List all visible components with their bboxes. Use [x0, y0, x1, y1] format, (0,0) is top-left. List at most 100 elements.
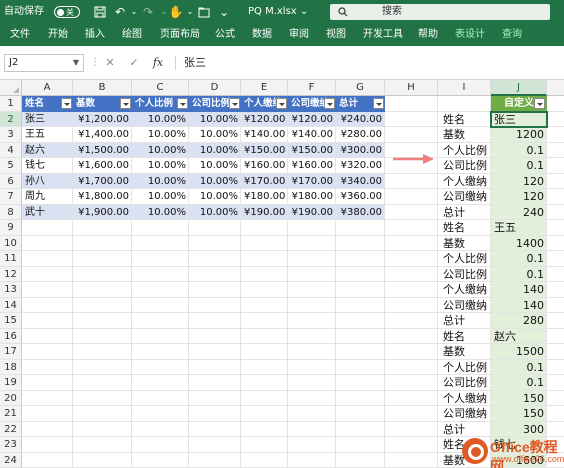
- value-cell[interactable]: 0.1: [491, 267, 547, 283]
- table-cell[interactable]: 10.00%: [132, 143, 189, 159]
- table-cell[interactable]: ¥160.00: [241, 158, 288, 174]
- row-header-18[interactable]: 18: [0, 359, 22, 375]
- file-name-caret[interactable]: ⌄: [300, 6, 308, 17]
- value-cell[interactable]: 120: [491, 189, 547, 205]
- column-header-d[interactable]: D: [189, 80, 241, 96]
- table-cell[interactable]: ¥340.00: [336, 174, 385, 190]
- value-cell[interactable]: 0.1: [491, 158, 547, 174]
- table-cell[interactable]: 武十: [22, 205, 73, 221]
- value-cell[interactable]: 140: [491, 282, 547, 298]
- value-cell[interactable]: 140: [491, 298, 547, 314]
- table-cell[interactable]: 10.00%: [132, 205, 189, 221]
- filter-dropdown-icon[interactable]: [229, 98, 240, 109]
- row-header-7[interactable]: 7: [0, 189, 22, 205]
- table-cell[interactable]: ¥180.00: [288, 189, 336, 205]
- filter-dropdown-icon[interactable]: [324, 98, 335, 109]
- row-header-6[interactable]: 6: [0, 173, 22, 189]
- row-header-13[interactable]: 13: [0, 282, 22, 298]
- value-cell[interactable]: 150: [491, 406, 547, 422]
- table-cell[interactable]: 10.00%: [132, 127, 189, 143]
- formula-input[interactable]: 张三: [184, 54, 206, 72]
- tab-data[interactable]: 数据: [252, 24, 272, 46]
- column-header-j[interactable]: J: [491, 80, 547, 96]
- row-header-16[interactable]: 16: [0, 328, 22, 344]
- column-header-a[interactable]: A: [22, 80, 73, 96]
- row-header-12[interactable]: 12: [0, 266, 22, 282]
- filter-dropdown-icon[interactable]: [534, 98, 545, 109]
- insert-function-icon[interactable]: fx: [150, 54, 166, 72]
- table-cell[interactable]: 10.00%: [189, 112, 241, 128]
- table-cell[interactable]: 王五: [22, 127, 73, 143]
- row-header-15[interactable]: 15: [0, 313, 22, 329]
- table-cell[interactable]: ¥1,200.00: [73, 112, 132, 128]
- column-header-i[interactable]: I: [438, 80, 491, 96]
- tab-page-layout[interactable]: 页面布局: [160, 24, 200, 46]
- value-cell[interactable]: 240: [491, 205, 547, 221]
- column-header-b[interactable]: B: [73, 80, 132, 96]
- row-header-4[interactable]: 4: [0, 142, 22, 158]
- table-cell[interactable]: ¥120.00: [241, 112, 288, 128]
- table-cell[interactable]: ¥1,900.00: [73, 205, 132, 221]
- value-cell[interactable]: 280: [491, 313, 547, 329]
- autosave-toggle[interactable]: 关: [54, 6, 80, 18]
- column-header-next[interactable]: [547, 80, 564, 96]
- table-cell[interactable]: ¥360.00: [336, 189, 385, 205]
- table-cell[interactable]: 周九: [22, 189, 73, 205]
- redo-icon[interactable]: ↷: [140, 0, 156, 24]
- table-cell[interactable]: 10.00%: [189, 189, 241, 205]
- table-header-cell[interactable]: 公司比例: [189, 96, 241, 112]
- row-header-21[interactable]: 21: [0, 406, 22, 422]
- customize-icon[interactable]: ⌄: [216, 0, 232, 24]
- folder-icon[interactable]: [196, 0, 212, 24]
- table-cell[interactable]: 孙八: [22, 174, 73, 190]
- row-header-10[interactable]: 10: [0, 235, 22, 251]
- table-cell[interactable]: 10.00%: [132, 174, 189, 190]
- table-cell[interactable]: ¥1,400.00: [73, 127, 132, 143]
- column-header-g[interactable]: G: [336, 80, 385, 96]
- table-cell[interactable]: ¥140.00: [241, 127, 288, 143]
- table-cell[interactable]: 10.00%: [189, 174, 241, 190]
- table-cell[interactable]: ¥180.00: [241, 189, 288, 205]
- table-header-cell[interactable]: 个人缴纳: [241, 96, 288, 112]
- value-cell[interactable]: 120: [491, 174, 547, 190]
- table-cell[interactable]: ¥190.00: [241, 205, 288, 221]
- tab-review[interactable]: 审阅: [289, 24, 309, 46]
- value-cell[interactable]: 1200: [491, 127, 547, 143]
- chevron-down-icon[interactable]: ▼: [73, 55, 79, 71]
- tab-insert[interactable]: 插入: [85, 24, 105, 46]
- filter-dropdown-icon[interactable]: [373, 98, 384, 109]
- value-cell[interactable]: 0.1: [491, 375, 547, 391]
- table-header-cell[interactable]: 总计: [336, 96, 385, 112]
- table-cell[interactable]: ¥240.00: [336, 112, 385, 128]
- table-cell[interactable]: 张三: [22, 112, 73, 128]
- row-header-17[interactable]: 17: [0, 344, 22, 360]
- row-header-9[interactable]: 9: [0, 220, 22, 236]
- enter-icon[interactable]: ✓: [126, 54, 142, 72]
- table-cell[interactable]: 10.00%: [189, 143, 241, 159]
- filter-dropdown-icon[interactable]: [120, 98, 131, 109]
- table-cell[interactable]: ¥190.00: [288, 205, 336, 221]
- table-cell[interactable]: ¥170.00: [288, 174, 336, 190]
- row-header-3[interactable]: 3: [0, 127, 22, 143]
- table-cell[interactable]: ¥380.00: [336, 205, 385, 221]
- table-cell[interactable]: ¥120.00: [288, 112, 336, 128]
- table-cell[interactable]: 10.00%: [189, 158, 241, 174]
- table-cell[interactable]: ¥1,800.00: [73, 189, 132, 205]
- table-cell[interactable]: ¥170.00: [241, 174, 288, 190]
- table-cell[interactable]: ¥150.00: [241, 143, 288, 159]
- table-cell[interactable]: 钱七: [22, 158, 73, 174]
- save-icon[interactable]: [92, 0, 108, 24]
- tab-developer[interactable]: 开发工具: [363, 24, 403, 46]
- row-header-23[interactable]: 23: [0, 437, 22, 453]
- column-header-e[interactable]: E: [241, 80, 288, 96]
- worksheet-grid[interactable]: A B C D E F G H I J 1 2 3 4 5 6 7 8 9 10 11 12 13 14 15 16 17 18 19 2…: [0, 80, 564, 468]
- table-cell[interactable]: 10.00%: [132, 189, 189, 205]
- column-header-c[interactable]: C: [132, 80, 189, 96]
- tab-draw[interactable]: 绘图: [122, 24, 142, 46]
- row-header-20[interactable]: 20: [0, 390, 22, 406]
- tab-table-design[interactable]: 表设计: [455, 24, 485, 46]
- table-cell[interactable]: ¥1,600.00: [73, 158, 132, 174]
- tab-query[interactable]: 查询: [502, 24, 522, 46]
- value-cell[interactable]: 150: [491, 391, 547, 407]
- value-cell[interactable]: 1500: [491, 344, 547, 360]
